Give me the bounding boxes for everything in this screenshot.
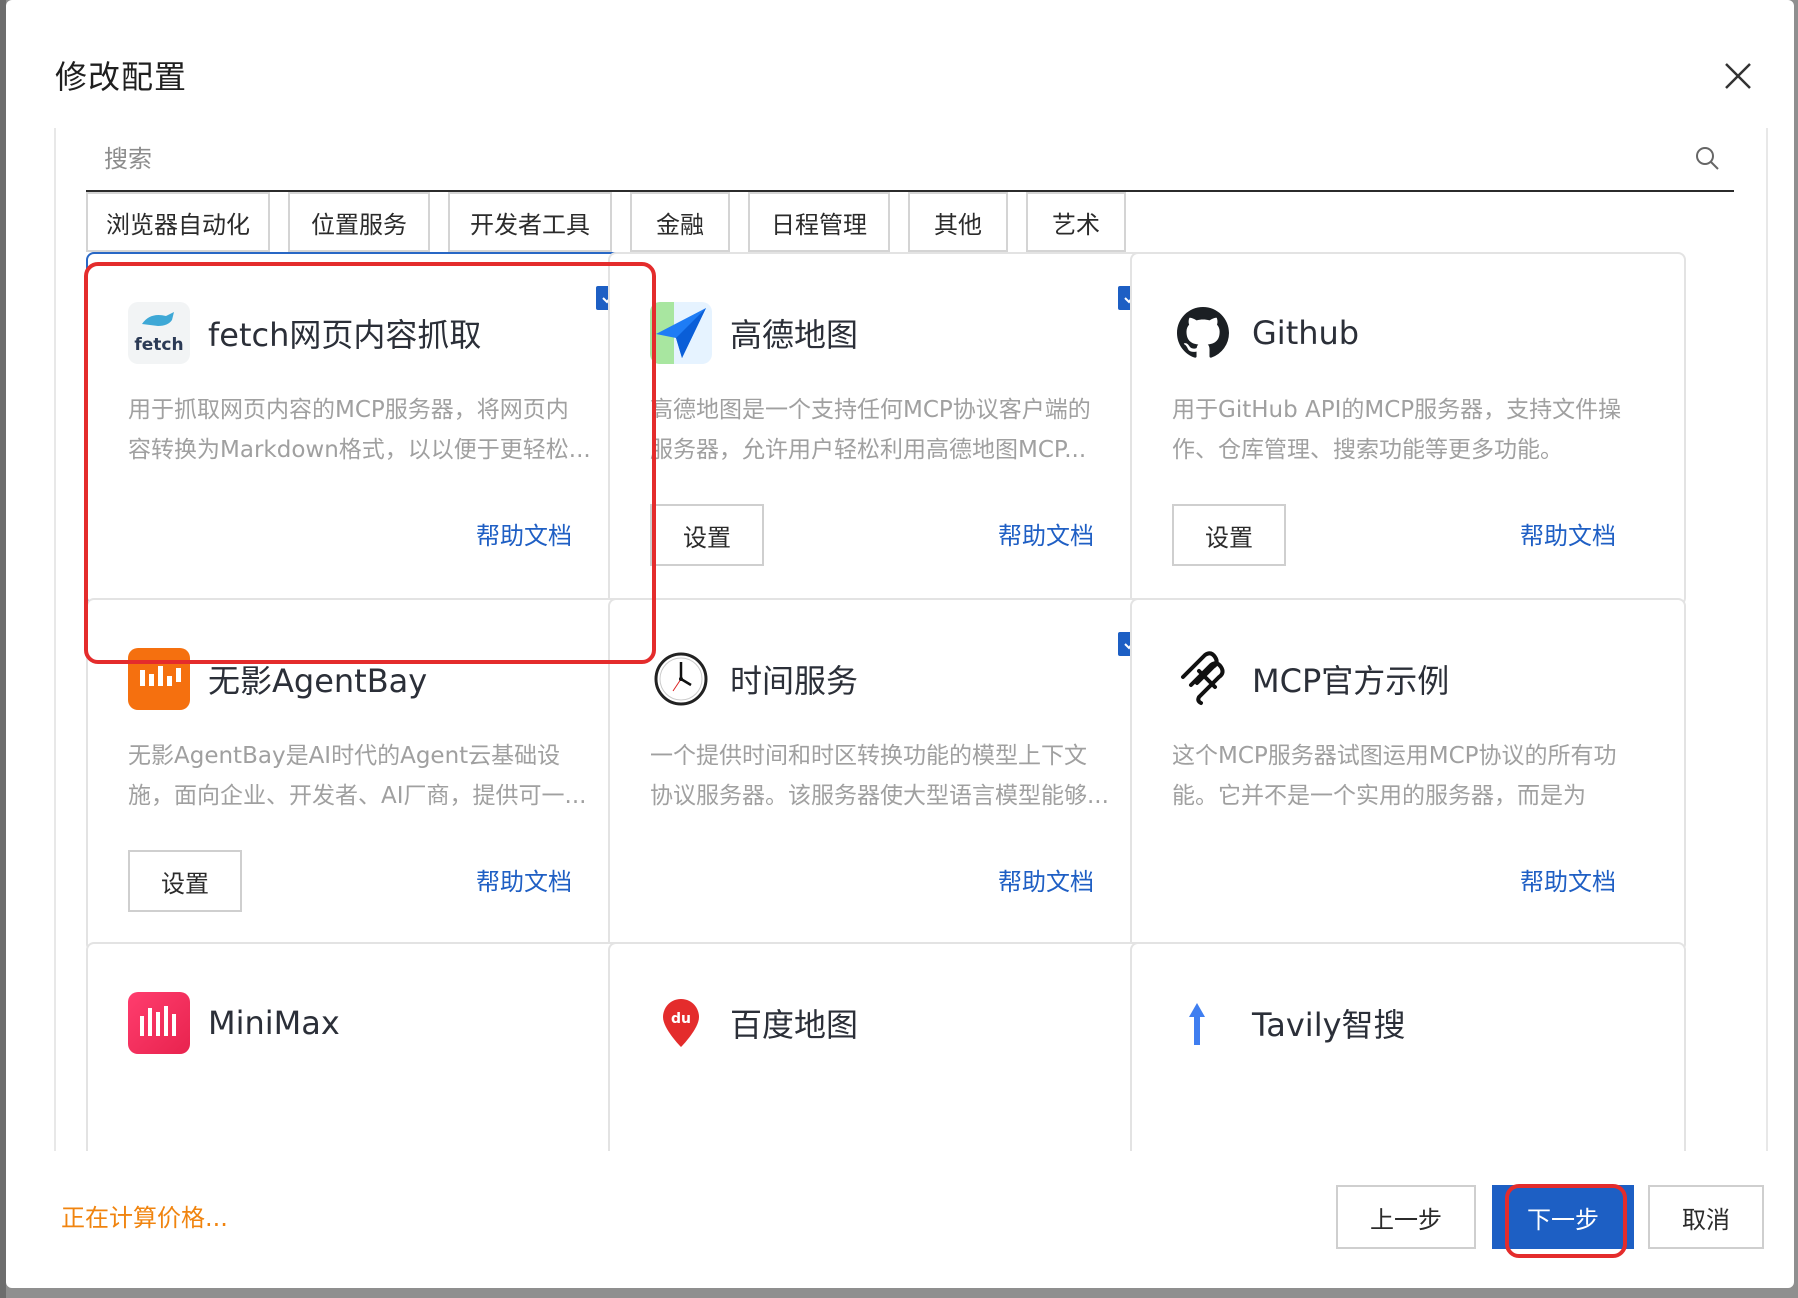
help-docs-link[interactable]: 帮助文档	[476, 516, 572, 551]
service-card-tavily[interactable]: Tavily智搜	[1130, 942, 1686, 1151]
card-description: 无影AgentBay是AI时代的Agent云基础设 施，面向企业、开发者、AI厂…	[128, 743, 587, 809]
close-button[interactable]	[1718, 56, 1758, 96]
service-card-baidu-map[interactable]: du 百度地图	[608, 942, 1164, 1151]
help-docs-link[interactable]: 帮助文档	[998, 516, 1094, 551]
tab-developer-tools[interactable]: 开发者工具	[448, 192, 612, 252]
search-input[interactable]	[102, 138, 1666, 180]
card-description: 用于GitHub API的MCP服务器，支持文件操 作、仓库管理、搜索功能等更多…	[1172, 397, 1622, 463]
settings-button[interactable]: 设置	[1172, 504, 1286, 566]
card-title: fetch网页内容抓取	[208, 316, 482, 354]
modal-title: 修改配置	[55, 58, 188, 96]
service-card-github[interactable]: Github 用于GitHub API的MCP服务器，支持文件操 作、仓库管理、…	[1130, 252, 1686, 606]
card-description: 这个MCP服务器试图运用MCP协议的所有功 能。它并不是一个实用的服务器，而是为	[1172, 743, 1617, 809]
card-description: 高德地图是一个支持任何MCP协议客户端的 服务器，允许用户轻松利用高德地图MCP…	[650, 397, 1091, 463]
card-description: 一个提供时间和时区转换功能的模型上下文 协议服务器。该服务器使大型语言模型能够.…	[650, 743, 1109, 809]
tab-finance[interactable]: 金融	[630, 192, 730, 252]
help-docs-link[interactable]: 帮助文档	[1520, 862, 1616, 897]
clock-icon	[650, 648, 712, 710]
content-scroll-area[interactable]: 浏览器自动化 位置服务 开发者工具 金融 日程管理 其他 艺术 fetch fe…	[54, 128, 1768, 1151]
tavily-logo-icon	[1172, 992, 1234, 1054]
close-icon	[1725, 63, 1751, 89]
gaode-map-logo-icon	[650, 302, 712, 364]
service-card-fetch[interactable]: fetch fetch网页内容抓取 用于抓取网页内容的MCP服务器，将网页内 容…	[86, 252, 642, 606]
category-tabs: 浏览器自动化 位置服务 开发者工具 金融 日程管理 其他 艺术	[86, 192, 1126, 256]
mcp-logo-icon	[1172, 648, 1234, 710]
help-docs-link[interactable]: 帮助文档	[476, 862, 572, 897]
service-card-gaode-map[interactable]: 高德地图 高德地图是一个支持任何MCP协议客户端的 服务器，允许用户轻松利用高德…	[608, 252, 1164, 606]
card-title: Tavily智搜	[1252, 1006, 1406, 1044]
tab-schedule-management[interactable]: 日程管理	[748, 192, 890, 252]
card-title: 百度地图	[730, 1006, 859, 1044]
service-card-time-service[interactable]: 时间服务 一个提供时间和时区转换功能的模型上下文 协议服务器。该服务器使大型语言…	[608, 598, 1164, 952]
search-bar	[86, 128, 1734, 192]
service-card-mcp-example[interactable]: MCP官方示例 这个MCP服务器试图运用MCP协议的所有功 能。它并不是一个实用…	[1130, 598, 1686, 952]
agentbay-logo-icon	[128, 648, 190, 710]
help-docs-link[interactable]: 帮助文档	[1520, 516, 1616, 551]
minimax-logo-icon	[128, 992, 190, 1054]
previous-step-button[interactable]: 上一步	[1336, 1185, 1476, 1249]
tab-location-services[interactable]: 位置服务	[288, 192, 430, 252]
service-card-minimax[interactable]: MiniMax	[86, 942, 642, 1151]
config-modal: 修改配置 浏览器自动化 位置服务 开发者工具 金融 日程管理 其他 艺术	[6, 0, 1794, 1288]
card-title: 时间服务	[730, 662, 859, 700]
baidu-map-logo-icon: du	[650, 992, 712, 1054]
tab-other[interactable]: 其他	[908, 192, 1008, 252]
card-title: MCP官方示例	[1252, 662, 1450, 700]
github-logo-icon	[1172, 302, 1234, 364]
fetch-logo-icon: fetch	[128, 302, 190, 364]
service-card-agentbay[interactable]: 无影AgentBay 无影AgentBay是AI时代的Agent云基础设 施，面…	[86, 598, 642, 952]
price-status: 正在计算价格...	[61, 1204, 228, 1232]
card-title: Github	[1252, 314, 1360, 352]
svg-text:fetch: fetch	[134, 335, 183, 355]
settings-button[interactable]: 设置	[650, 504, 764, 566]
settings-button[interactable]: 设置	[128, 850, 242, 912]
help-docs-link[interactable]: 帮助文档	[998, 862, 1094, 897]
tab-browser-automation[interactable]: 浏览器自动化	[86, 192, 270, 252]
card-title: 无影AgentBay	[208, 662, 428, 700]
next-step-button[interactable]: 下一步	[1492, 1185, 1634, 1249]
tab-art[interactable]: 艺术	[1026, 192, 1126, 252]
cancel-button[interactable]: 取消	[1648, 1185, 1764, 1249]
svg-text:du: du	[671, 1011, 691, 1027]
card-description: 用于抓取网页内容的MCP服务器，将网页内 容转换为Markdown格式，以以便于…	[128, 397, 591, 463]
search-icon[interactable]	[1693, 144, 1723, 174]
card-title: MiniMax	[208, 1004, 340, 1042]
card-title: 高德地图	[730, 316, 859, 354]
